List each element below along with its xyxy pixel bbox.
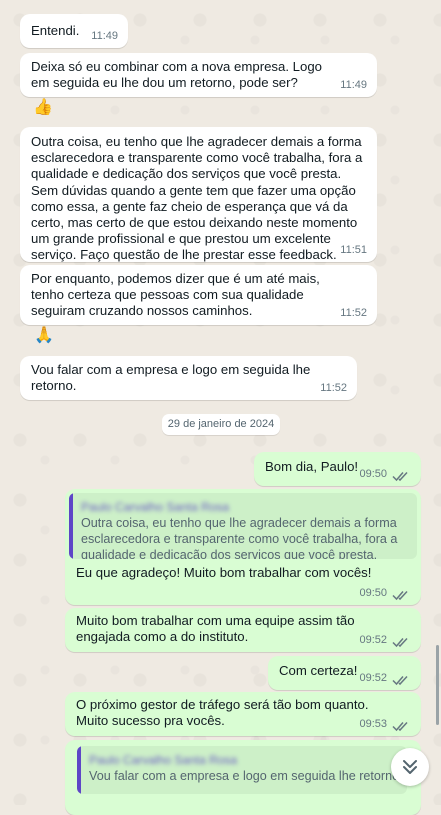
- message-bubble-outgoing[interactable]: Paulo Carvalho Santa Rosa Vou falar com …: [65, 740, 421, 815]
- scroll-to-bottom-button[interactable]: [391, 748, 429, 786]
- message-time: 11:52: [320, 381, 347, 394]
- message-time: 09:50: [359, 586, 387, 599]
- message-time: 09:52: [359, 671, 387, 684]
- message-time: 11:51: [340, 243, 367, 256]
- message-time: 09:50: [359, 467, 387, 480]
- read-receipt-icon: [392, 675, 408, 686]
- quote-accent-bar: [77, 746, 81, 794]
- message-text: Outra coisa, eu tenho que lhe agradecer …: [31, 134, 363, 263]
- quote-author: Paulo Carvalho Santa Rosa: [81, 500, 230, 514]
- message-text: Muito bom trabalhar com uma equipe assim…: [76, 613, 355, 645]
- quoted-message[interactable]: Paulo Carvalho Santa Rosa Outra coisa, e…: [69, 493, 417, 559]
- message-list[interactable]: Entendi. 11:49 Deixa só eu combinar com …: [0, 0, 441, 815]
- read-receipt-icon: [392, 721, 408, 732]
- message-text: Entendi.: [31, 23, 80, 38]
- message-time: 11:49: [91, 29, 118, 42]
- message-bubble-incoming[interactable]: Por enquanto, podemos dizer que é um até…: [20, 265, 377, 325]
- read-receipt-icon: [392, 471, 408, 482]
- message-text: Por enquanto, podemos dizer que é um até…: [31, 271, 320, 319]
- message-time: 09:52: [359, 633, 387, 646]
- message-text: Eu que agradeço! Muito bom trabalhar com…: [76, 565, 372, 580]
- quoted-message[interactable]: Paulo Carvalho Santa Rosa Vou falar com …: [77, 746, 407, 794]
- date-divider: 29 de janeiro de 2024: [162, 414, 280, 435]
- reaction-pray: 🙏: [34, 327, 54, 344]
- message-bubble-outgoing[interactable]: Muito bom trabalhar com uma equipe assim…: [65, 608, 421, 652]
- double-chevron-down-icon: [403, 760, 417, 774]
- message-text: Vou falar com a empresa e logo em seguid…: [31, 362, 311, 394]
- message-bubble-outgoing[interactable]: O próximo gestor de tráfego será tão bom…: [65, 692, 421, 736]
- message-text: Deixa só eu combinar com a nova empresa.…: [31, 59, 323, 91]
- read-receipt-icon: [392, 590, 408, 601]
- quote-text: Outra coisa, eu tenho que lhe agradecer …: [81, 516, 398, 559]
- quote-author: Paulo Carvalho Santa Rosa: [89, 753, 238, 767]
- message-bubble-incoming[interactable]: Deixa só eu combinar com a nova empresa.…: [20, 53, 377, 97]
- message-time: 11:49: [340, 78, 367, 91]
- message-time: 11:52: [340, 306, 367, 319]
- message-text: O próximo gestor de tráfego será tão bom…: [76, 697, 369, 729]
- message-time: 09:53: [359, 717, 387, 730]
- reaction-thumbs-up: 👍: [33, 99, 53, 116]
- read-receipt-icon: [392, 637, 408, 648]
- quote-accent-bar: [69, 493, 73, 559]
- message-text: Com certeza!: [279, 663, 358, 678]
- message-bubble-incoming[interactable]: Vou falar com a empresa e logo em seguid…: [20, 356, 357, 400]
- message-bubble-outgoing[interactable]: Bom dia, Paulo! 09:50: [254, 452, 421, 486]
- message-bubble-incoming[interactable]: Outra coisa, eu tenho que lhe agradecer …: [20, 127, 377, 262]
- message-bubble-outgoing[interactable]: Paulo Carvalho Santa Rosa Outra coisa, e…: [65, 489, 421, 605]
- message-bubble-incoming[interactable]: Entendi. 11:49: [20, 14, 128, 48]
- message-text: Bom dia, Paulo!: [265, 459, 359, 474]
- scrollbar-thumb[interactable]: [436, 645, 439, 725]
- quote-text: Vou falar com a empresa e logo em seguid…: [89, 769, 397, 783]
- message-bubble-outgoing[interactable]: Com certeza! 09:52: [268, 656, 421, 690]
